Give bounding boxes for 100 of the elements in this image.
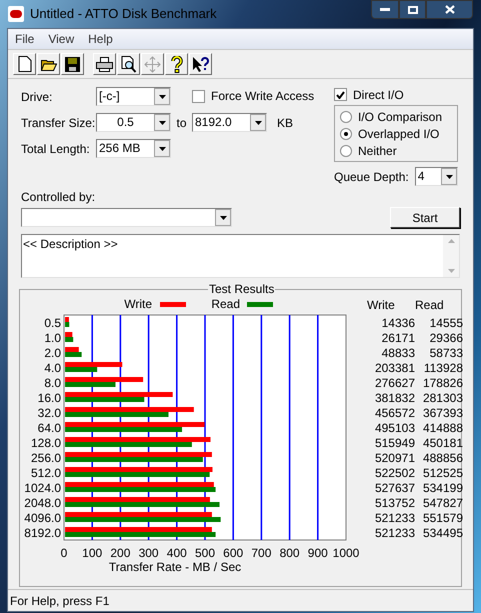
- toolbar-button[interactable]: [165, 53, 188, 75]
- table-cell-text: 276627: [374, 374, 415, 392]
- table-cell-text: 113928: [422, 360, 463, 376]
- legend-label: Read: [211, 297, 240, 311]
- radio-button[interactable]: [340, 144, 352, 156]
- table-cell-text: 281303: [422, 390, 463, 406]
- drive-select[interactable]: [-c-]: [96, 87, 171, 106]
- transfer-size-to-select[interactable]: 8192.0: [192, 113, 267, 132]
- table-cell-text: 512525: [422, 464, 463, 482]
- caret-icon: [158, 94, 166, 98]
- queue-depth-select[interactable]: 4: [414, 167, 458, 186]
- minimize-button[interactable]: [371, 0, 399, 19]
- table-cell-text: 515949: [374, 434, 415, 452]
- menu-item[interactable]: File: [15, 30, 34, 48]
- table-cell-text: 414888: [422, 420, 463, 436]
- table-cell-text: 29366: [428, 330, 463, 346]
- caret-icon: [446, 174, 452, 178]
- caret-icon: [254, 120, 262, 124]
- field-label: Controlled by:: [21, 189, 96, 206]
- caret-icon: [158, 146, 166, 150]
- magnifier-page-icon: [120, 56, 136, 72]
- toolbar-button[interactable]: [61, 53, 84, 75]
- tick-label: 900: [308, 546, 328, 560]
- status-text: For Help, press F1: [10, 592, 110, 610]
- category-label: 1.0: [44, 331, 61, 345]
- axis-title: Transfer Rate - MB / Sec: [108, 560, 242, 574]
- scrollbar[interactable]: [443, 235, 459, 277]
- checkbox[interactable]: [334, 88, 347, 101]
- close-button[interactable]: [426, 0, 473, 19]
- category-label: 4096.0: [24, 511, 61, 525]
- category-label: 8.0: [44, 376, 61, 390]
- legend-label: Write: [124, 297, 152, 311]
- tick-label: 600: [223, 546, 244, 560]
- table-cell-text: 534495: [422, 524, 463, 542]
- table-cell-text: 450181: [422, 434, 463, 452]
- table-cell-text: 527637: [374, 480, 415, 496]
- table-cell-text: 520971: [374, 450, 415, 466]
- toolbar-button[interactable]: [117, 53, 140, 75]
- toolbar-button[interactable]: [13, 53, 36, 75]
- radio-button[interactable]: [340, 128, 352, 140]
- tick-label: 100: [82, 546, 102, 560]
- tick-label: 700: [251, 546, 272, 560]
- table-cell-text: 495103: [374, 420, 415, 436]
- category-label: 2048.0: [24, 496, 61, 510]
- category-label: 8192.0: [24, 526, 61, 540]
- app-logo-icon: [8, 6, 24, 22]
- table-cell-text: 203381: [374, 360, 415, 376]
- field-label: Drive:: [21, 88, 54, 106]
- caret-icon: [220, 216, 226, 220]
- tick-label: 400: [166, 546, 187, 560]
- column-header: Write: [367, 296, 396, 314]
- scroll-up-icon: [448, 239, 454, 243]
- total-length-select[interactable]: 256 MB: [96, 139, 171, 158]
- menu-item[interactable]: Help: [88, 30, 113, 48]
- question-mark-icon: [170, 56, 182, 72]
- category-label: 128.0: [30, 436, 61, 450]
- table-cell-text: 58733: [428, 344, 463, 362]
- caret-icon: [158, 120, 166, 124]
- table-cell-text: 381832: [374, 390, 415, 406]
- transfer-size-from-select[interactable]: 0.5: [96, 113, 171, 132]
- tick-label: 1000: [332, 546, 360, 560]
- description-field[interactable]: << Description >>: [21, 234, 460, 278]
- maximize-button[interactable]: [399, 0, 426, 19]
- menu-item[interactable]: View: [48, 30, 74, 48]
- close-icon: [444, 5, 454, 14]
- table-cell-text: 456572: [374, 404, 415, 422]
- category-label: 32.0: [38, 406, 61, 420]
- category-label: 64.0: [38, 421, 61, 435]
- table-cell-text: 14336: [380, 314, 415, 332]
- radio-button[interactable]: [340, 110, 352, 122]
- column-header: Read: [414, 296, 445, 314]
- tick-label: 0: [60, 546, 68, 560]
- panel-title: Test Results: [208, 282, 276, 296]
- scroll-down-icon: [448, 269, 454, 273]
- radio-label: Overlapped I/O: [358, 126, 440, 142]
- field-label: Queue Depth:: [334, 168, 409, 186]
- table-cell-text: 488856: [422, 450, 463, 466]
- toolbar-button[interactable]: [93, 53, 116, 75]
- tick-label: 500: [194, 546, 216, 560]
- tick-label: 200: [110, 546, 130, 560]
- field-label: to: [175, 114, 188, 132]
- controlled-by-select[interactable]: [21, 208, 232, 227]
- table-cell-text: 551579: [422, 510, 463, 526]
- toolbar-button[interactable]: [37, 53, 60, 75]
- printer-icon: [96, 56, 113, 72]
- category-label: 1024.0: [24, 481, 61, 495]
- toolbar-button[interactable]: [189, 53, 212, 75]
- table-cell-text: 521233: [374, 524, 415, 542]
- table-cell-text: 522502: [374, 464, 415, 482]
- radio-label: I/O Comparison: [358, 108, 442, 126]
- category-label: 2.0: [44, 346, 61, 360]
- checkbox[interactable]: [192, 90, 205, 102]
- folder-icon: [40, 57, 56, 71]
- start-button[interactable]: Start: [390, 207, 460, 228]
- legend-swatch: [160, 302, 186, 307]
- table-cell-text: 48833: [380, 344, 415, 362]
- table-cell-text: 513752: [374, 494, 415, 512]
- checkmark-icon: [336, 90, 345, 98]
- legend-swatch: [247, 302, 273, 307]
- table-cell-text: 521233: [374, 510, 415, 526]
